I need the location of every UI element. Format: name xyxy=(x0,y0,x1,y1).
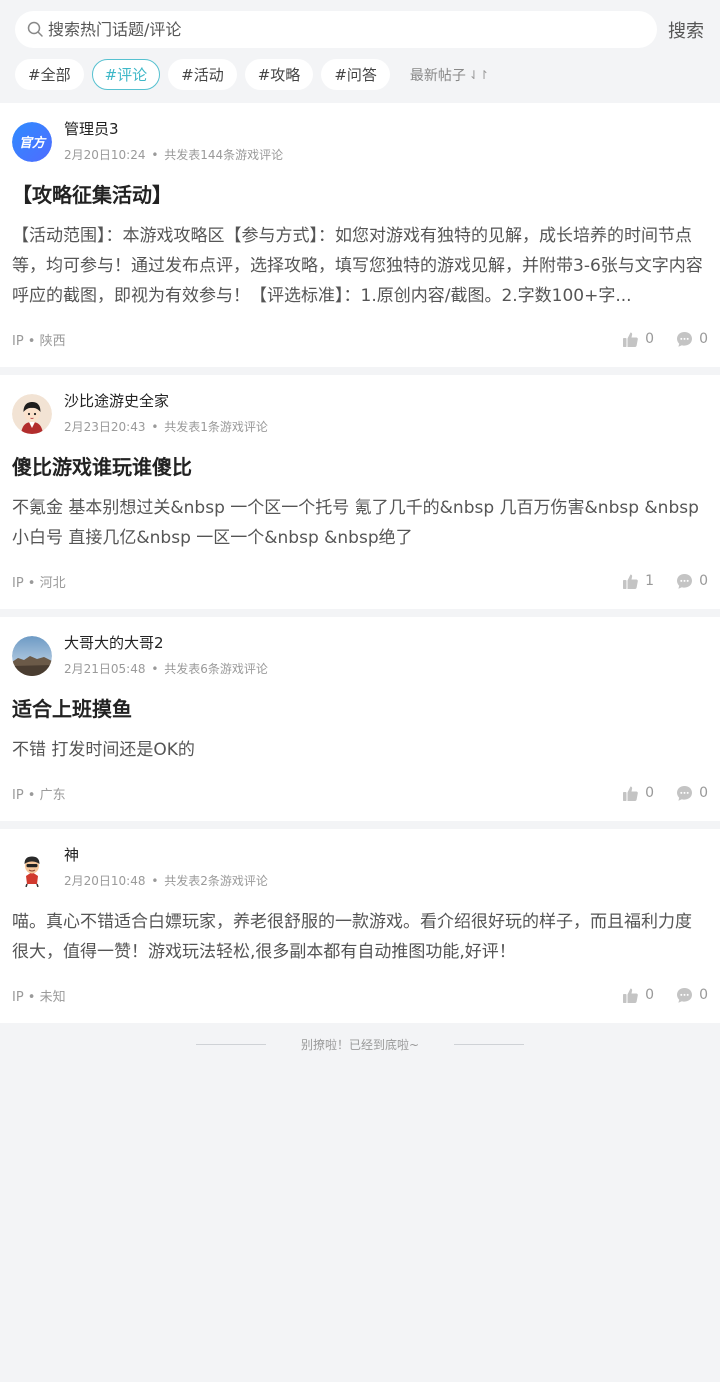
post-card[interactable]: 神 2月20日10:48 • 共发表2条游戏评论 喵。真心不错适合白嫖玩家，养老… xyxy=(0,829,720,1023)
thumbs-up-icon xyxy=(623,574,638,589)
like-button[interactable]: 0 xyxy=(622,987,654,1004)
search-box[interactable] xyxy=(15,11,657,48)
sort-arrows-icon: ⇃↾ xyxy=(468,67,489,82)
sort-dropdown[interactable]: 最新帖子 ⇃↾ xyxy=(410,65,489,85)
review-count: 共发表6条游戏评论 xyxy=(164,662,268,676)
tab-qa[interactable]: #问答 xyxy=(321,59,390,90)
post-body[interactable]: 喵。真心不错适合白嫖玩家，养老很舒服的一款游戏。看介绍很好玩的样子，而且福利力度… xyxy=(12,907,708,967)
like-count: 1 xyxy=(645,573,655,589)
search-input[interactable] xyxy=(48,20,608,39)
review-count: 共发表2条游戏评论 xyxy=(164,874,268,888)
review-count: 共发表144条游戏评论 xyxy=(164,148,284,162)
like-count: 0 xyxy=(645,987,655,1003)
sort-label: 最新帖子 xyxy=(409,67,466,84)
tab-guides[interactable]: #攻略 xyxy=(244,59,314,90)
avatar-text: 官方 xyxy=(19,135,47,151)
search-icon xyxy=(26,21,44,39)
search-button[interactable]: 搜索 xyxy=(668,17,704,43)
post-meta: 2月20日10:48 • 共发表2条游戏评论 xyxy=(64,873,268,889)
ip-location: IP • 河北 xyxy=(12,575,66,591)
post-meta: 2月20日10:24 • 共发表144条游戏评论 xyxy=(64,147,283,163)
tab-all[interactable]: #全部 xyxy=(15,59,84,90)
post-date: 2月20日10:48 xyxy=(64,874,146,888)
post-body[interactable]: 不错 打发时间还是OK的 xyxy=(12,735,708,765)
post-card[interactable]: 官方 管理员3 2月20日10:24 • 共发表144条游戏评论 【攻略征集活动… xyxy=(0,103,720,367)
post-body[interactable]: 【活动范围】：本游戏攻略区【参与方式】：如您对游戏有独特的见解，成长培养的时间节… xyxy=(12,221,708,311)
separator: • xyxy=(151,148,159,162)
ip-location: IP • 未知 xyxy=(12,989,66,1005)
divider xyxy=(195,1043,266,1045)
username[interactable]: 沙比途游史全家 xyxy=(64,391,268,411)
post-body[interactable]: 不氪金 基本别想过关&nbsp 一个区一个托号 氪了几千的&nbsp 几百万伤害… xyxy=(12,493,708,553)
comment-button[interactable]: 0 xyxy=(676,573,708,590)
comment-button[interactable]: 0 xyxy=(676,987,708,1004)
post-meta: 2月23日20:43 • 共发表1条游戏评论 xyxy=(64,419,268,435)
comment-bubble-icon xyxy=(677,987,693,1003)
like-button[interactable]: 0 xyxy=(622,785,654,802)
post-date: 2月23日20:43 xyxy=(64,420,146,434)
ip-location: IP • 陕西 xyxy=(12,333,66,349)
username[interactable]: 神 xyxy=(64,845,268,865)
ip-location: IP • 广东 xyxy=(12,787,66,803)
comment-bubble-icon xyxy=(677,331,693,347)
avatar[interactable] xyxy=(12,636,52,676)
tab-comments[interactable]: #评论 xyxy=(91,59,161,90)
comment-button[interactable]: 0 xyxy=(676,785,708,802)
thumbs-up-icon xyxy=(623,786,638,801)
thumbs-up-icon xyxy=(623,988,638,1003)
post-title[interactable]: 傻比游戏谁玩谁傻比 xyxy=(12,453,708,481)
separator: • xyxy=(151,420,159,434)
like-count: 0 xyxy=(645,785,655,801)
comment-count: 0 xyxy=(699,573,708,589)
avatar[interactable] xyxy=(12,394,52,434)
comment-bubble-icon xyxy=(677,573,693,589)
post-meta: 2月21日05:48 • 共发表6条游戏评论 xyxy=(64,661,268,677)
separator: • xyxy=(151,874,159,888)
thumbs-up-icon xyxy=(623,332,638,347)
post-date: 2月21日05:48 xyxy=(64,662,146,676)
official-avatar[interactable]: 官方 xyxy=(12,122,52,162)
tab-events[interactable]: #活动 xyxy=(168,59,237,90)
avatar[interactable] xyxy=(12,848,52,888)
like-button[interactable]: 0 xyxy=(622,331,654,348)
like-count: 0 xyxy=(645,331,655,347)
comment-bubble-icon xyxy=(677,785,693,801)
comment-button[interactable]: 0 xyxy=(676,331,708,348)
comment-count: 0 xyxy=(699,987,708,1003)
end-text: 别撩啦！已经到底啦~ xyxy=(300,1037,420,1052)
username[interactable]: 大哥大的大哥2 xyxy=(64,633,268,653)
divider xyxy=(454,1043,525,1045)
topic-tabs: #全部 #评论 #活动 #攻略 #问答 最新帖子 ⇃↾ xyxy=(15,59,489,90)
like-button[interactable]: 1 xyxy=(622,573,654,590)
username[interactable]: 管理员3 xyxy=(64,119,283,139)
post-title[interactable]: 适合上班摸鱼 xyxy=(12,695,708,723)
post-date: 2月20日10:24 xyxy=(64,148,146,162)
comment-count: 0 xyxy=(699,331,708,347)
top-bar: 搜索 #全部 #评论 #活动 #攻略 #问答 最新帖子 ⇃↾ xyxy=(0,0,720,103)
separator: • xyxy=(151,662,159,676)
comment-count: 0 xyxy=(699,785,708,801)
post-card[interactable]: 大哥大的大哥2 2月21日05:48 • 共发表6条游戏评论 适合上班摸鱼 不错… xyxy=(0,617,720,821)
post-title[interactable]: 【攻略征集活动】 xyxy=(12,181,708,209)
post-card[interactable]: 沙比途游史全家 2月23日20:43 • 共发表1条游戏评论 傻比游戏谁玩谁傻比… xyxy=(0,375,720,609)
review-count: 共发表1条游戏评论 xyxy=(164,420,268,434)
end-of-list: 别撩啦！已经到底啦~ xyxy=(0,1023,720,1065)
